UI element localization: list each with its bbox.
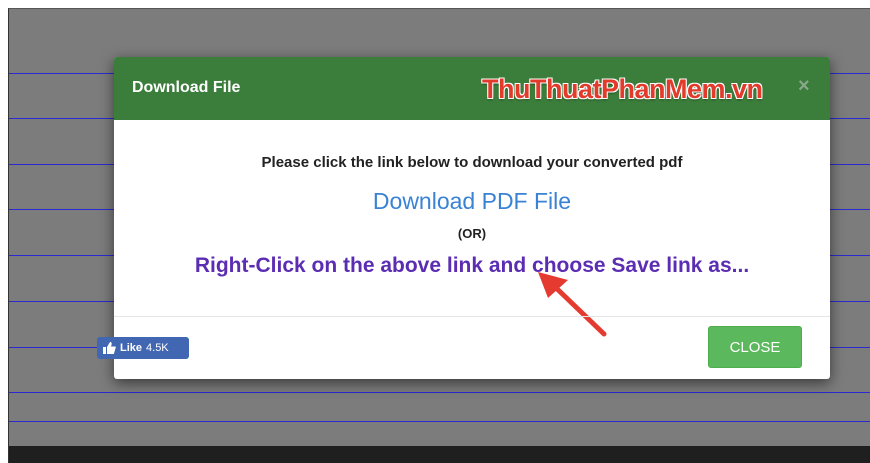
modal-footer: CLOSE [114,316,830,379]
or-separator: (OR) [457,226,487,241]
bottom-bar [9,446,870,463]
close-icon[interactable]: × [798,75,810,98]
facebook-like-button[interactable]: Like 4.5K [97,337,189,359]
like-label: Like [120,342,143,354]
like-count: 4.5K [146,342,169,354]
modal-header: Download File ThuThuatPhanMem.vn × [114,57,830,120]
ruled-line [9,421,870,422]
watermark-logo: ThuThuatPhanMem.vn [482,74,763,104]
instruction-text: Please click the link below to download … [261,154,683,171]
right-click-hint: Right-Click on the above link and choose… [194,254,750,277]
download-pdf-link[interactable]: Download PDF File [114,188,830,215]
modal-title: Download File [132,79,241,96]
close-button[interactable]: CLOSE [708,326,802,368]
thumbs-up-icon [103,342,116,354]
download-modal: Download File ThuThuatPhanMem.vn × Pleas… [114,57,830,379]
modal-body: Please click the link below to download … [114,120,830,337]
ruled-line [9,392,870,393]
